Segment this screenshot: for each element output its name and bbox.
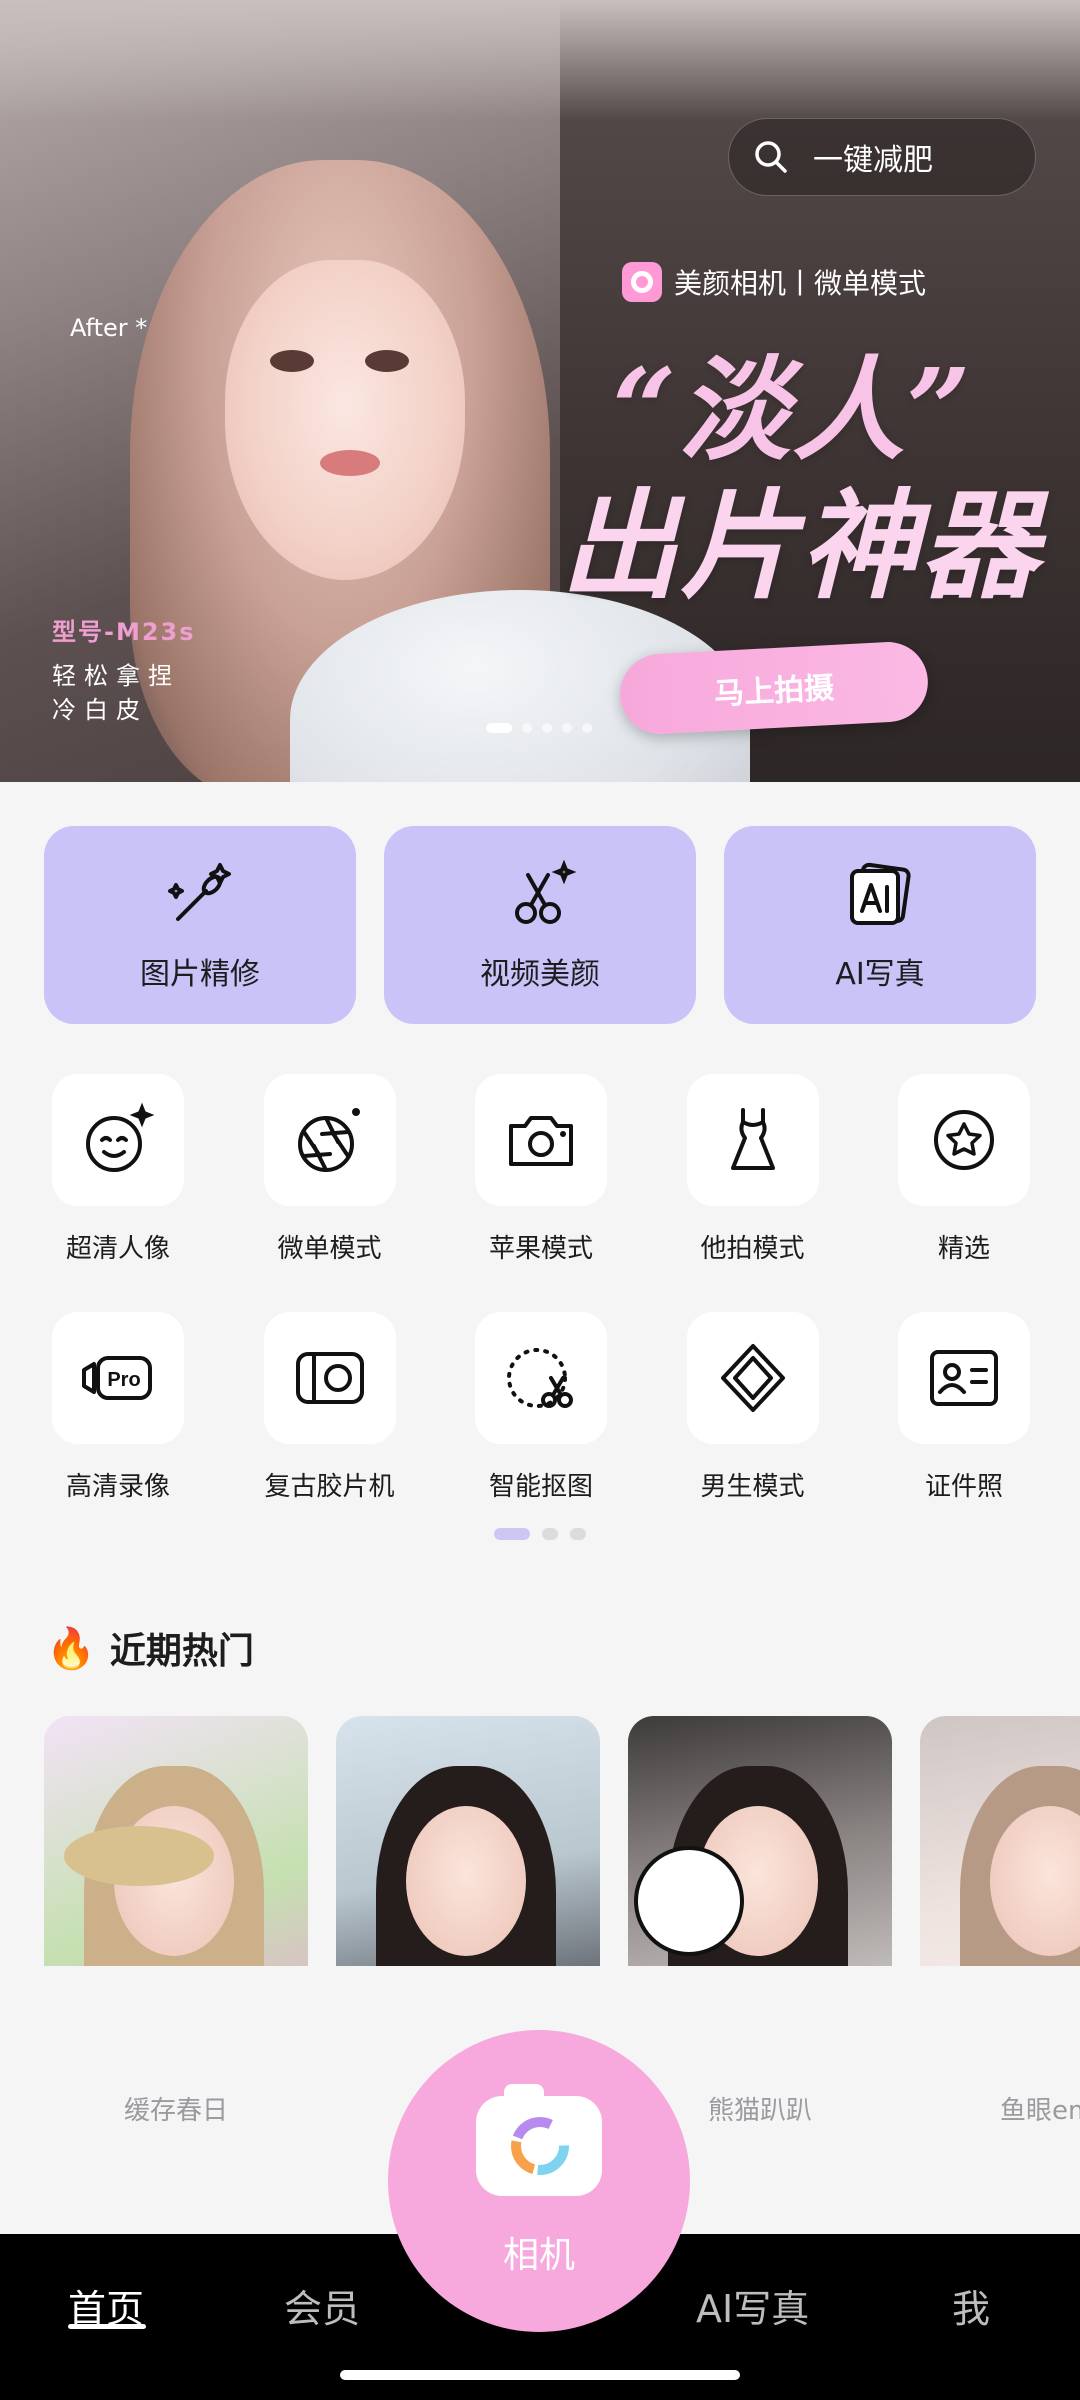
banner-background-top [0, 0, 1080, 120]
feature-label: 视频美颜 [480, 957, 600, 992]
dress-icon [730, 1108, 775, 1170]
tool-label: 复古胶片机 [264, 1472, 395, 1502]
tool-label: 苹果模式 [488, 1234, 593, 1264]
tool-hd-portrait[interactable]: 超清人像 [52, 1074, 184, 1265]
feature-label: AI写真 [835, 957, 925, 992]
tool-grid-row-1: 超清人像 微单模式 苹果模式 他拍模式 精选 [52, 1074, 1030, 1265]
nav-ai-portrait[interactable]: AI写真 [696, 2278, 809, 2333]
banner-dot [562, 723, 572, 733]
tool-grid-pagination [494, 1528, 586, 1540]
shoot-now-button[interactable]: 马上拍摄 [618, 639, 930, 737]
tool-id-photo[interactable]: 证件照 [898, 1312, 1030, 1503]
ai-photo-icon [850, 862, 911, 925]
nav-active-indicator [68, 2324, 146, 2329]
after-label: After * [70, 314, 148, 342]
aperture-icon [297, 1108, 360, 1172]
tool-grid-row-2: Pro 高清录像 复古胶片机 智能抠图 男生模式 证件照 [52, 1312, 1030, 1503]
banner-headline-line2: 出片神器 [560, 476, 1041, 615]
camera-button[interactable]: 相机 [388, 2030, 690, 2332]
feature-cards: 图片精修 视频美颜 AI写真 [44, 826, 1036, 1024]
banner-dot [582, 723, 592, 733]
brand-text: 美颜相机丨微单模式 [674, 267, 927, 300]
tool-apple-mode[interactable]: 苹果模式 [475, 1074, 607, 1265]
feature-photo-retouch[interactable]: 图片精修 [44, 826, 356, 1024]
nav-me[interactable]: 我 [952, 2278, 990, 2333]
film-camera-icon [295, 1352, 364, 1404]
hot-card[interactable] [44, 1716, 308, 1966]
hot-card-label: 缓存春日 [123, 2096, 228, 2126]
search-bar[interactable]: 一键减肥 [728, 118, 1036, 196]
diamond-icon [720, 1344, 785, 1412]
tool-featured[interactable]: 精选 [898, 1074, 1030, 1265]
grid-page-dot [570, 1528, 586, 1540]
camera-label: 相机 [502, 2235, 575, 2276]
grid-page-dot [542, 1528, 558, 1540]
recent-hot-header: 🔥 近期热门 [46, 1622, 254, 1674]
search-icon [755, 141, 787, 173]
scissors-sparkle-icon [515, 859, 577, 924]
banner-dot [522, 723, 532, 733]
hot-card[interactable] [920, 1716, 1080, 1966]
panda-image [634, 1846, 744, 1956]
tool-label: 高清录像 [65, 1472, 170, 1502]
nav-vip[interactable]: 会员 [284, 2278, 360, 2333]
tool-label: 精选 [937, 1234, 990, 1264]
tool-hd-video[interactable]: Pro 高清录像 [52, 1312, 184, 1503]
tool-label: 证件照 [924, 1472, 1003, 1502]
feature-ai-portrait[interactable]: AI写真 [724, 826, 1036, 1024]
id-card-icon [930, 1350, 998, 1406]
model-label: 型号-M23s [52, 618, 196, 646]
banner-pagination [486, 723, 592, 733]
tagline-2: 冷白皮 [52, 696, 148, 724]
banner-dot [542, 723, 552, 733]
svg-text:Pro: Pro [107, 1369, 140, 1391]
flame-icon: 🔥 [46, 1625, 96, 1672]
tool-male-mode[interactable]: 男生模式 [686, 1312, 819, 1503]
tool-label: 微单模式 [277, 1234, 382, 1264]
cutout-scissors-icon [507, 1348, 573, 1408]
hot-card[interactable] [628, 1716, 892, 1966]
tool-smart-cutout[interactable]: 智能抠图 [475, 1312, 607, 1503]
magic-wand-icon [168, 863, 231, 921]
grid-page-dot-active [494, 1528, 530, 1540]
pro-video-icon: Pro [82, 1356, 152, 1400]
feature-label: 图片精修 [140, 957, 260, 992]
face-sparkle-icon [86, 1102, 155, 1172]
app-logo-icon [622, 262, 662, 302]
banner-dot-active [486, 723, 512, 733]
search-text: 一键减肥 [813, 143, 933, 178]
tool-label: 他拍模式 [700, 1234, 805, 1264]
tool-others-shoot-mode[interactable]: 他拍模式 [686, 1074, 819, 1265]
camera-icon [509, 1116, 573, 1166]
hot-card[interactable] [336, 1716, 600, 1966]
star-circle-icon [934, 1110, 994, 1170]
brand-row: 美颜相机丨微单模式 [622, 262, 926, 302]
tool-mirrorless-mode[interactable]: 微单模式 [263, 1074, 396, 1265]
recent-hot-carousel[interactable] [44, 1716, 1080, 1966]
tool-label: 男生模式 [700, 1472, 805, 1502]
section-title: 近期热门 [109, 1631, 254, 1672]
tool-label: 智能抠图 [488, 1472, 593, 1502]
camera-icon [476, 2084, 602, 2196]
system-home-indicator[interactable] [340, 2370, 740, 2380]
tool-label: 超清人像 [65, 1234, 170, 1264]
tagline-1: 轻松拿捏 [52, 662, 180, 690]
hot-card-label: 鱼眼em [1000, 2096, 1080, 2126]
feature-video-beauty[interactable]: 视频美颜 [384, 826, 696, 1024]
tool-retro-film-camera[interactable]: 复古胶片机 [263, 1312, 396, 1503]
promo-banner[interactable]: 一键减肥 美颜相机丨微单模式 “淡人” 出片神器 马上拍摄 After * 型号… [0, 0, 1080, 782]
